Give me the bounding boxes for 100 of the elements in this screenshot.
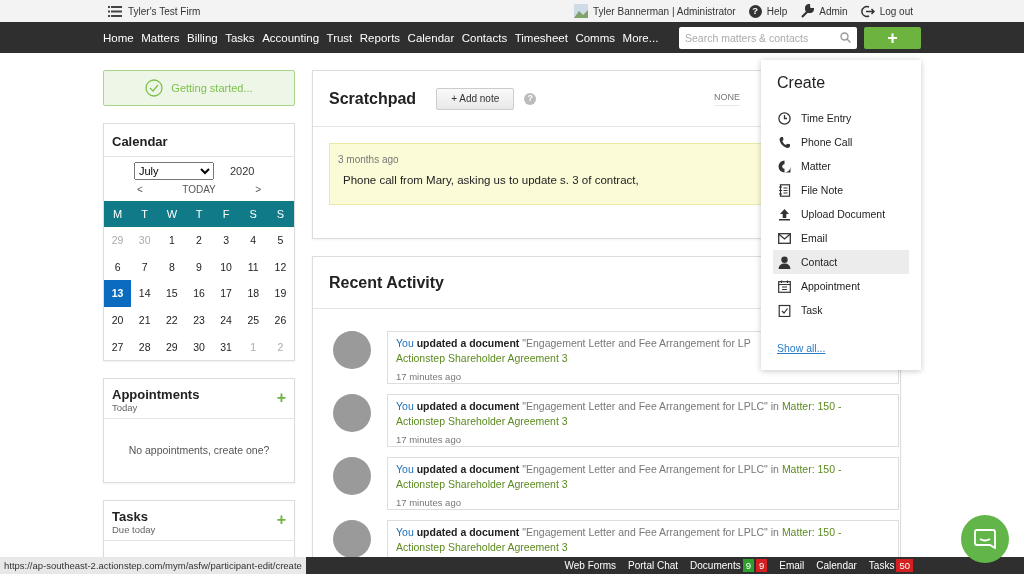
menu-title: Create (777, 74, 827, 92)
menu-item[interactable]: Time Entry (773, 106, 909, 130)
menu-item[interactable]: Email (773, 226, 909, 250)
calendar-day[interactable]: 11 (239, 253, 267, 281)
calendar-day[interactable]: 20 (104, 306, 132, 334)
status-link[interactable]: Web Forms (564, 560, 617, 571)
activity-text: You updated a document "Engagement Letter and Fee Arrangement for LPLC" in Matter: 150 - Actionstep Shareholder Agreement 3 (396, 462, 842, 492)
weekday-label: F (221, 208, 231, 220)
calendar-day[interactable]: 3 (212, 227, 240, 254)
month-select[interactable]: July (134, 162, 214, 180)
panel-title: Calendar (112, 134, 168, 149)
top-link[interactable]: Log out (879, 5, 913, 17)
activity-text: You updated a document "Engagement Letter and Fee Arrangement for LP Actionstep Shareholder Agreement 3 (396, 336, 751, 366)
panel-title: Tasks (112, 508, 149, 524)
calendar-day[interactable]: 22 (158, 306, 186, 334)
nav-link[interactable]: Contacts (461, 31, 508, 44)
weekday-label: S (248, 208, 258, 220)
calendar-day[interactable]: 26 (266, 306, 294, 334)
panel-subtitle: Due today (112, 523, 156, 535)
status-link[interactable]: Email (779, 560, 805, 571)
nav-link[interactable]: Calendar (407, 31, 455, 44)
calendar-day[interactable]: 19 (266, 280, 294, 307)
help-icon[interactable]: ? (748, 4, 762, 18)
menu-icon[interactable] (108, 5, 122, 17)
calendar-day[interactable]: 2 (185, 227, 213, 254)
add-note-button[interactable]: + Add note (436, 87, 515, 110)
today-link[interactable]: TODAY (182, 184, 216, 195)
status-link[interactable]: Portal Chat (628, 560, 679, 571)
calendar-day[interactable]: 28 (131, 333, 159, 360)
weekday-label: W (165, 208, 179, 220)
calendar-day[interactable]: 23 (185, 306, 213, 334)
calendar-day[interactable]: 27 (104, 333, 132, 360)
calendar-day[interactable]: 4 (239, 227, 267, 254)
logout-icon[interactable] (860, 4, 875, 18)
search-field[interactable]: Search matters & contacts (679, 26, 857, 49)
nav-link[interactable]: Trust (326, 31, 353, 44)
nav-link[interactable]: Accounting (262, 31, 320, 44)
top-link[interactable]: Help (766, 5, 788, 17)
menu-item[interactable]: Phone Call (773, 130, 909, 154)
calendar-day[interactable]: 21 (131, 306, 159, 334)
previous-month-link[interactable]: < (137, 184, 143, 195)
empty-message: No appointments, create one? (128, 444, 270, 457)
nav-link[interactable]: Tasks (225, 31, 255, 44)
note-text: Phone call from Mary, asking us to update s. 3 of contract, (342, 174, 640, 186)
calendar-day[interactable]: 12 (266, 253, 294, 281)
calendar-day[interactable]: 31 (212, 333, 240, 360)
calendar-day[interactable]: 1 (158, 227, 186, 254)
clock-icon (778, 111, 791, 125)
chat-button[interactable] (961, 515, 1009, 563)
user-name[interactable]: Tyler Bannerman | Administrator (593, 5, 736, 17)
calendar-day[interactable]: 9 (185, 253, 213, 281)
calendar-day[interactable]: 15 (158, 280, 186, 307)
weekday-label: T (194, 208, 204, 220)
menu-item[interactable]: Contact (773, 250, 909, 274)
nav-link[interactable]: Timesheet (514, 31, 568, 44)
calendar-day[interactable]: 16 (185, 280, 213, 307)
activity-text: You updated a document "Engagement Letter and Fee Arrangement for LPLC" in Matter: 150 - Actionstep Shareholder Agreement 3 (396, 399, 842, 429)
menu-item[interactable]: Appointment (773, 274, 909, 298)
status-link[interactable]: Calendar (816, 560, 857, 571)
menu-item[interactable]: Matter (773, 154, 909, 178)
calendar-day[interactable]: 7 (131, 253, 159, 281)
show-all-link[interactable]: Show all... (777, 342, 826, 354)
calendar-day[interactable]: 29 (158, 333, 186, 360)
avatar-placeholder (333, 394, 371, 432)
person-icon (778, 255, 791, 269)
menu-item[interactable]: File Note (773, 178, 909, 202)
calendar-day[interactable]: 5 (266, 227, 294, 254)
top-link[interactable]: Admin (819, 5, 848, 17)
calendar-day[interactable]: 10 (212, 253, 240, 281)
calendar-day[interactable]: 30 (185, 333, 213, 360)
calendar-day[interactable]: 6 (104, 253, 132, 281)
status-link[interactable]: Documents (690, 560, 741, 571)
upload-icon (778, 207, 791, 221)
nav-link[interactable]: Comms (575, 31, 616, 44)
note-time: 3 months ago (338, 154, 400, 165)
menu-item[interactable]: Upload Document (773, 202, 909, 226)
calendar-day[interactable]: 17 (212, 280, 240, 307)
panel-subtitle: Today (112, 401, 138, 413)
next-month-link[interactable]: > (255, 184, 261, 195)
calendar-day[interactable]: 25 (239, 306, 267, 334)
avatar-placeholder (333, 520, 371, 558)
calendar-day[interactable]: 24 (212, 306, 240, 334)
calendar-day[interactable]: 18 (239, 280, 267, 307)
nav-link[interactable]: Home (103, 31, 134, 44)
status-link[interactable]: Tasks (868, 560, 895, 571)
check-circle-icon (145, 79, 164, 97)
calendar-day[interactable]: 8 (158, 253, 186, 281)
menu-item[interactable]: Task (773, 298, 909, 322)
filter-dropdown[interactable]: NONE (714, 91, 740, 106)
calendar-day[interactable]: 13 (104, 280, 132, 307)
year-label: 2020 (230, 165, 255, 177)
nav-link[interactable]: Reports (359, 31, 401, 44)
calendar-day[interactable]: 14 (131, 280, 159, 307)
nav-link[interactable]: Matters (141, 31, 180, 44)
envelope-icon (778, 232, 791, 244)
wrench-icon[interactable] (800, 4, 815, 18)
getting-started-label: Getting started... (171, 82, 253, 94)
nav-link[interactable]: Billing (187, 31, 218, 44)
nav-link[interactable]: More... (622, 31, 659, 44)
search-icon (840, 32, 851, 43)
